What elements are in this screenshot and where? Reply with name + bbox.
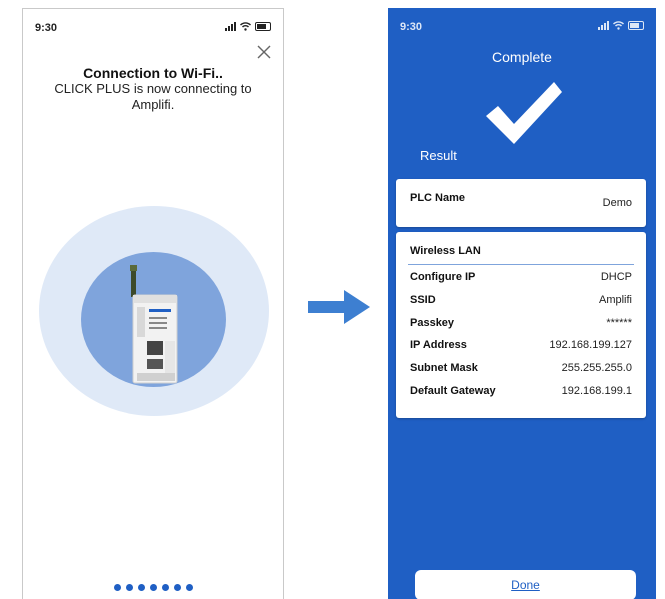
progress-dot — [149, 584, 157, 591]
progress-dot — [161, 584, 169, 591]
plc-name-card: PLC Name Demo — [396, 179, 646, 227]
wireless-lan-header: Wireless LAN — [410, 245, 481, 257]
row-label: Subnet Mask — [410, 362, 478, 375]
row-value: DHCP — [600, 271, 632, 283]
status-bar: 9:30 — [23, 22, 283, 36]
close-icon[interactable] — [255, 43, 273, 61]
default-gateway-row: Default Gateway 192.168.199.1 — [410, 385, 632, 408]
status-time: 9:30 — [35, 22, 58, 34]
progress-dot — [173, 584, 181, 591]
complete-title: Complete — [492, 49, 552, 65]
wireless-lan-card: Wireless LAN Configure IP DHCP SSID Ampl… — [396, 232, 646, 418]
wifi-icon — [240, 22, 251, 31]
status-icons — [225, 22, 271, 31]
battery-icon — [628, 21, 644, 30]
signal-icon — [225, 22, 236, 31]
status-bar: 9:30 — [388, 21, 656, 35]
ip-address-row: IP Address 192.168.199.127 — [410, 339, 632, 362]
connection-title: Connection to Wi-Fi.. — [83, 65, 223, 81]
checkmark-icon — [486, 82, 562, 144]
arrow-right-icon — [308, 290, 370, 324]
complete-screen: 9:30 Complete Result PLC Name Demo Wirel… — [388, 8, 656, 599]
row-label: IP Address — [410, 339, 467, 352]
signal-icon — [598, 21, 609, 30]
progress-dot — [137, 584, 145, 591]
row-value: Amplifi — [598, 293, 632, 306]
wireless-lan-divider — [408, 264, 634, 265]
wireless-lan-rows: Configure IP DHCP SSID Amplifi Passkey *… — [410, 271, 632, 408]
subnet-mask-row: Subnet Mask 255.255.255.0 — [410, 362, 632, 385]
plc-device-illustration — [130, 265, 178, 384]
progress-dot — [113, 584, 121, 591]
status-time: 9:30 — [400, 21, 423, 33]
battery-icon — [255, 22, 271, 31]
progress-dot — [125, 584, 133, 591]
row-label: Configure IP — [410, 271, 476, 283]
progress-dot — [185, 584, 193, 591]
passkey-row: Passkey ****** — [410, 317, 632, 340]
row-value: 255.255.255.0 — [561, 362, 632, 375]
row-value: ****** — [606, 316, 632, 329]
row-label: Default Gateway — [410, 384, 496, 397]
status-icons — [598, 21, 644, 30]
plc-name-value: Demo — [602, 197, 632, 209]
result-label: Result — [420, 148, 457, 163]
configure-ip-row: Configure IP DHCP — [410, 271, 632, 294]
row-value: 192.168.199.127 — [549, 339, 632, 352]
plc-name-label: PLC Name — [410, 192, 466, 204]
connection-subtitle: CLICK PLUS is now connecting to Amplifi. — [54, 81, 252, 112]
row-label: Passkey — [410, 316, 455, 329]
ssid-row: SSID Amplifi — [410, 294, 632, 317]
progress-dots — [23, 584, 283, 591]
wifi-icon — [613, 21, 624, 30]
connecting-screen: 9:30 Connection to Wi-Fi.. CLICK PLUS is… — [22, 8, 284, 599]
row-label: SSID — [410, 293, 436, 306]
row-value: 192.168.199.1 — [561, 384, 632, 397]
done-button[interactable]: Done — [415, 570, 636, 599]
